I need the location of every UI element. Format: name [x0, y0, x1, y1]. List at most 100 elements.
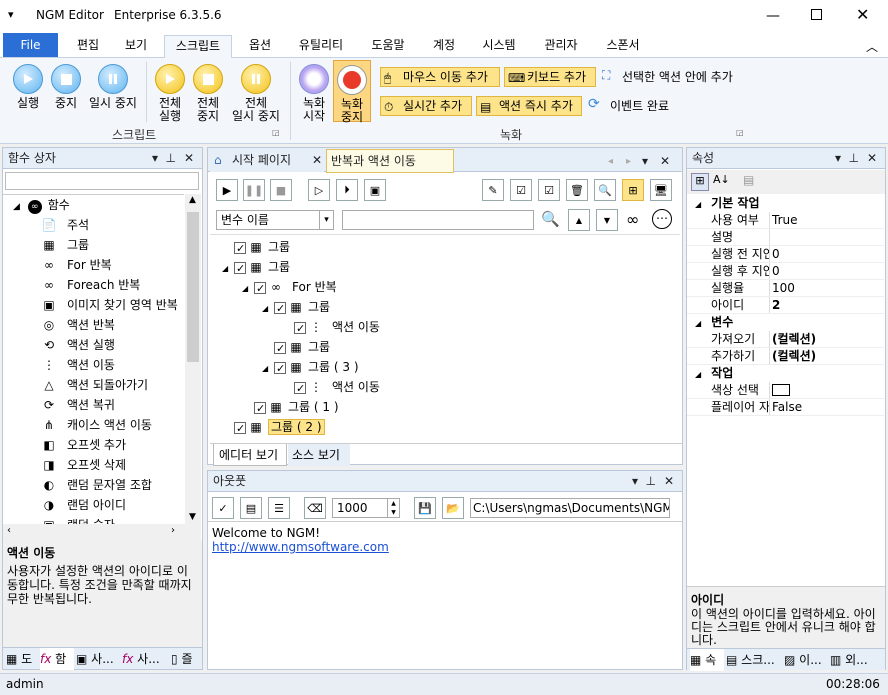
function-item[interactable]: ⋔ 캐이스 액션 이동	[41, 415, 152, 435]
function-item[interactable]: ◐ 랜덤 문자열 조합	[41, 475, 152, 495]
add-keyboard-button[interactable]: ⌨ 키보드 추가	[504, 67, 596, 87]
close-icon[interactable]: ✕	[856, 5, 869, 24]
node-checkbox[interactable]	[274, 339, 286, 359]
variable-search-input[interactable]	[342, 210, 534, 230]
node-checkbox[interactable]	[254, 399, 266, 419]
action-tree-node[interactable]: ◢▦그룹	[262, 297, 330, 319]
add-realtime-button[interactable]: ⏱ 실시간 추가	[380, 96, 472, 116]
property-pages-icon[interactable]: ▤	[743, 173, 754, 187]
tab-left-2[interactable]: ▣ 사...	[76, 648, 120, 670]
run-button[interactable]: 실행	[8, 64, 48, 110]
property-row[interactable]: 가져오기 (컬렉션)	[687, 331, 884, 348]
action-tree-node[interactable]: ⋮액션 이동	[282, 317, 380, 339]
event-done-button[interactable]: ⟳ 이벤트 완료	[586, 96, 669, 114]
scroll-left-icon[interactable]: ‹	[7, 525, 11, 536]
add-page-icon[interactable]: ▤	[240, 497, 262, 519]
expander-icon[interactable]: ◢	[262, 359, 274, 379]
minimize-icon[interactable]: —	[766, 8, 780, 24]
tab-view[interactable]: 보기	[114, 35, 158, 58]
scroll-down-icon[interactable]: ▼	[189, 512, 196, 522]
action-tree-node[interactable]: ▦그룹 ( 1 )	[242, 397, 339, 419]
record-launcher-icon[interactable]: ◲	[736, 128, 744, 137]
property-row[interactable]: 플레이어 자 False	[687, 399, 884, 416]
tab-utility[interactable]: 유틸리티	[290, 35, 352, 58]
action-tree-node[interactable]: ▦그룹	[262, 337, 330, 359]
tab-editor-view[interactable]: 에디터 보기	[213, 444, 287, 466]
collapse-ribbon-icon[interactable]: ︿	[866, 38, 878, 55]
editor-pause-icon[interactable]: ❚❚	[243, 179, 265, 201]
open-folder-icon[interactable]: 📂	[442, 497, 464, 519]
line-count-stepper[interactable]: 1000 ▲ ▼	[332, 498, 400, 518]
property-row[interactable]: 사용 여부 True	[687, 212, 884, 229]
variable-select[interactable]: 변수 이름 ▾	[216, 210, 334, 230]
props-menu-icon[interactable]: ▾	[835, 148, 841, 168]
step-play-icon[interactable]: ▷	[308, 179, 330, 201]
tab-left-1[interactable]: fx 함	[40, 648, 74, 670]
function-item[interactable]: 📄 주석	[41, 215, 90, 235]
node-checkbox[interactable]	[234, 419, 246, 439]
function-item[interactable]: ⟲ 액션 실행	[41, 335, 115, 355]
editor-run-icon[interactable]: ▶	[216, 179, 238, 201]
output-path-input[interactable]: C:\Users\ngmas\Documents\NGM6\	[470, 498, 670, 518]
scroll-thumb[interactable]	[187, 212, 199, 362]
find-icon[interactable]: 🔍	[594, 179, 616, 201]
pane-menu-icon[interactable]: ▾	[152, 148, 158, 168]
action-tree-node[interactable]: ◢▦그룹	[222, 257, 290, 279]
quick-access-chevron-icon[interactable]: ▾	[8, 8, 14, 21]
tab-left-arrow-icon[interactable]: ◂	[608, 152, 613, 172]
property-row[interactable]: 추가하기 (컬렉션)	[687, 348, 884, 365]
tab-left-3[interactable]: fx 사...	[122, 648, 168, 670]
output-menu-icon[interactable]: ▾	[632, 471, 638, 491]
search-icon[interactable]: 🔍	[541, 210, 560, 228]
tree-view-icon[interactable]: ⊞	[622, 179, 644, 201]
tab-sponsor[interactable]: 스폰서	[598, 35, 648, 58]
action-tree-node[interactable]: ⋮액션 이동	[282, 377, 380, 399]
function-hscroll[interactable]: ‹ ›	[3, 524, 201, 540]
edit-list-icon[interactable]: ✎	[482, 179, 504, 201]
clear-broom-icon[interactable]: ✓	[212, 497, 234, 519]
tab-file[interactable]: File	[3, 33, 58, 57]
expander-icon[interactable]: ◢	[242, 279, 254, 299]
function-item[interactable]: ▣랜덤 숫자	[41, 515, 115, 524]
node-checkbox[interactable]	[274, 359, 286, 379]
output-pin-icon[interactable]: ⊥	[646, 471, 656, 491]
eraser-icon[interactable]: ⌫	[304, 497, 326, 519]
tab-loop-action-move[interactable]: 반복과 액션 이동	[326, 149, 454, 173]
tab-options[interactable]: 옵션	[238, 35, 282, 58]
category-expander-icon[interactable]: ◢	[695, 200, 701, 209]
tab-admin[interactable]: 관리자	[536, 35, 586, 58]
action-tree-node[interactable]: ◢▦그룹 ( 3 )	[262, 357, 359, 379]
node-checkbox[interactable]	[254, 279, 266, 299]
tab-list-close-icon[interactable]: ✕	[660, 151, 670, 171]
tab-menu-icon[interactable]: ▾	[642, 151, 648, 171]
property-row[interactable]: 실행 후 지연 0	[687, 263, 884, 280]
tab-source-view[interactable]: 소스 보기	[288, 444, 350, 466]
more-icon[interactable]: ⋯	[652, 209, 672, 229]
expander-icon[interactable]: ◢	[222, 259, 234, 279]
pause-button[interactable]: 일시 중지	[86, 64, 140, 110]
function-item[interactable]: ▦ 그룹	[41, 235, 89, 255]
tab-system[interactable]: 시스템	[474, 35, 524, 58]
function-search-input[interactable]	[5, 172, 199, 190]
stop-button[interactable]: 중지	[48, 64, 84, 110]
stop-all-button[interactable]: 전체 중지	[188, 64, 228, 123]
stepper-arrows-icon[interactable]: ▲ ▼	[387, 499, 399, 517]
category-expander-icon[interactable]: ◢	[695, 319, 701, 328]
function-item[interactable]: ∞ For 반복	[41, 255, 112, 275]
tab-start-page[interactable]: ⌂ 시작 페이지 ✕	[210, 150, 324, 172]
action-tree-node[interactable]: ◢∞For 반복	[242, 277, 337, 299]
output-link[interactable]: http://www.ngmsoftware.com	[212, 540, 678, 554]
save-icon[interactable]: 💾	[414, 497, 436, 519]
tab-right-2[interactable]: ▨ 이...	[784, 649, 828, 671]
check-icon[interactable]: ☑	[538, 179, 560, 201]
tab-right-0[interactable]: ▦ 속	[690, 649, 724, 671]
delete-icon[interactable]: 🗑	[566, 179, 588, 201]
function-item[interactable]: △ 액션 되돌아가기	[41, 375, 148, 395]
pane-close-icon[interactable]: ✕	[184, 148, 194, 168]
move-up-icon[interactable]: ▲	[568, 209, 590, 231]
function-item[interactable]: ◎ 액션 반복	[41, 315, 115, 335]
step-over-icon[interactable]: ▣	[364, 179, 386, 201]
function-item[interactable]: ∞ Foreach 반복	[41, 275, 140, 295]
tab-right-arrow-icon[interactable]: ▸	[626, 152, 631, 172]
node-checkbox[interactable]	[294, 379, 306, 399]
